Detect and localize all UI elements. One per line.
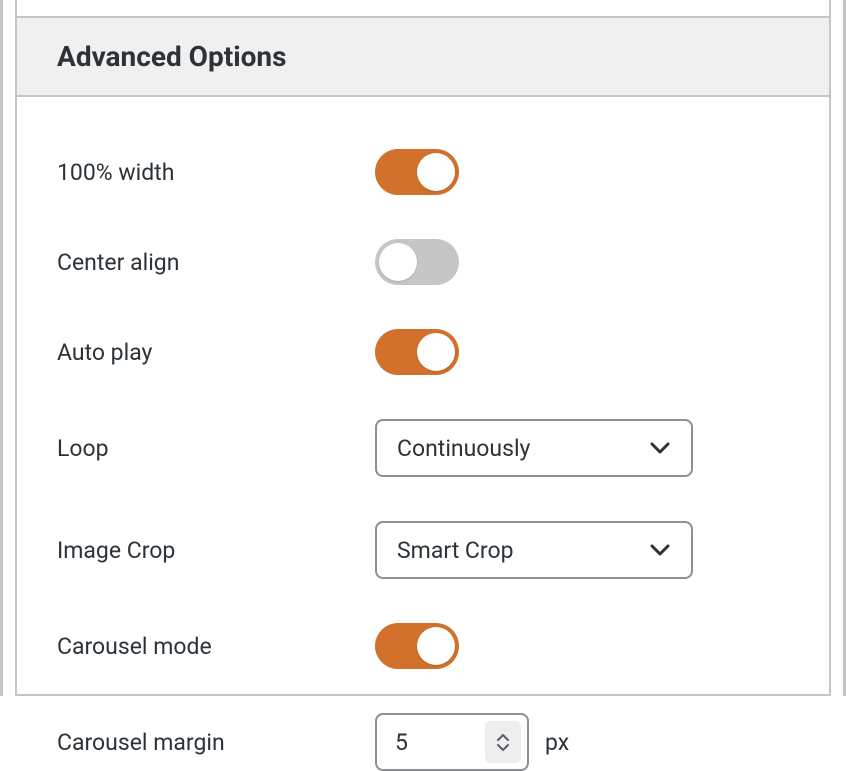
settings-panel: Advanced Options 100% width Center align [15, 0, 831, 696]
chevron-up-icon [496, 733, 510, 742]
field-control-carousel-margin: 5 [375, 713, 569, 771]
field-row-carousel-mode: Carousel mode [57, 623, 789, 669]
field-label-carousel-margin: Carousel margin [57, 729, 375, 756]
chevron-down-icon [496, 743, 510, 752]
toggle-knob [417, 153, 455, 191]
outer-frame: Advanced Options 100% width Center align [0, 0, 846, 696]
select-loop[interactable]: Continuously [375, 419, 693, 477]
section-header-advanced-options: Advanced Options [17, 16, 829, 97]
field-row-carousel-margin: Carousel margin 5 [57, 713, 789, 771]
input-value-carousel-margin: 5 [395, 729, 485, 756]
select-image-crop[interactable]: Smart Crop [375, 521, 693, 579]
select-value-image-crop: Smart Crop [397, 537, 649, 564]
toggle-knob [417, 627, 455, 665]
unit-label-px: px [545, 729, 569, 756]
select-value-loop: Continuously [397, 435, 649, 462]
section-body: 100% width Center align Auto play [17, 97, 829, 771]
number-stepper[interactable] [485, 721, 521, 763]
field-row-full-width: 100% width [57, 149, 789, 195]
panel-top-gap [17, 0, 829, 16]
field-label-center-align: Center align [57, 249, 375, 276]
field-label-loop: Loop [57, 435, 375, 462]
toggle-auto-play[interactable] [375, 329, 459, 375]
field-control-image-crop: Smart Crop [375, 521, 693, 579]
field-row-auto-play: Auto play [57, 329, 789, 375]
field-row-image-crop: Image Crop Smart Crop [57, 521, 789, 579]
toggle-knob [379, 243, 417, 281]
field-control-loop: Continuously [375, 419, 693, 477]
field-label-image-crop: Image Crop [57, 537, 375, 564]
field-control-center-align [375, 239, 459, 285]
field-control-full-width [375, 149, 459, 195]
field-label-carousel-mode: Carousel mode [57, 633, 375, 660]
field-control-carousel-mode [375, 623, 459, 669]
input-carousel-margin[interactable]: 5 [375, 713, 529, 771]
section-title: Advanced Options [57, 40, 789, 73]
toggle-knob [417, 333, 455, 371]
field-label-auto-play: Auto play [57, 339, 375, 366]
field-row-loop: Loop Continuously [57, 419, 789, 477]
field-row-center-align: Center align [57, 239, 789, 285]
toggle-full-width[interactable] [375, 149, 459, 195]
chevron-down-icon [649, 539, 671, 561]
field-label-full-width: 100% width [57, 159, 375, 186]
toggle-center-align[interactable] [375, 239, 459, 285]
chevron-down-icon [649, 437, 671, 459]
field-control-auto-play [375, 329, 459, 375]
toggle-carousel-mode[interactable] [375, 623, 459, 669]
